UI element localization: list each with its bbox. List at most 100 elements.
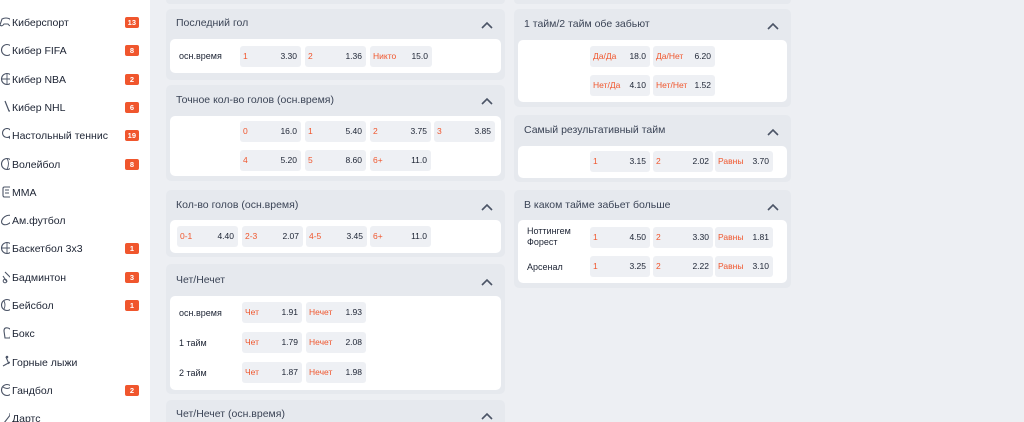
odds-button[interactable]: Равны 1.81 (715, 227, 773, 248)
odds-name: Равны (718, 232, 744, 242)
odds-button[interactable]: 2 3.75 (370, 121, 431, 142)
odds-button[interactable]: 1 3.30 (240, 46, 301, 67)
sidebar-item[interactable]: Кибер NHL 6 (0, 94, 150, 122)
odds-button[interactable]: 1 3.15 (590, 151, 650, 172)
odds-button[interactable]: Никто 15.0 (370, 46, 432, 67)
odds-value: 3.70 (752, 156, 769, 166)
sidebar-item-label: Настольный теннис (12, 130, 108, 143)
sidebar-item[interactable]: MMA (0, 179, 150, 207)
skiing-icon (0, 355, 10, 369)
odds-value: 1.81 (752, 232, 769, 242)
hockey-icon (0, 100, 10, 114)
gamepad-icon (0, 15, 10, 29)
card-bottom-edge (514, 0, 791, 4)
odds-value: 15.0 (411, 51, 428, 61)
sidebar-item[interactable]: Бадминтон 3 (0, 264, 150, 292)
chevron-up-icon[interactable] (481, 21, 493, 29)
sidebar-item-label: Киберспорт (12, 17, 69, 29)
odds-button[interactable]: 1 3.25 (590, 256, 650, 277)
handball-icon (0, 383, 10, 397)
odds-value: 3.15 (629, 156, 646, 166)
odds-button[interactable]: 0 16.0 (240, 121, 301, 142)
odds-button[interactable]: 2-3 2.07 (242, 226, 303, 247)
odds-button[interactable]: 2 3.30 (653, 227, 713, 248)
odds-button[interactable]: Нечет 2.08 (306, 332, 366, 353)
odds-button[interactable]: Нет/Да 4.10 (590, 75, 650, 96)
sidebar-item[interactable]: Кибер FIFA 8 (0, 37, 150, 65)
american-football-icon (0, 213, 10, 227)
odds-button[interactable]: Да/Да 18.0 (590, 46, 650, 67)
odds-button[interactable]: 3 3.85 (434, 121, 495, 142)
sidebar-item-label: Ам.футбол (12, 215, 66, 228)
odds-button[interactable]: 2 2.22 (653, 256, 713, 277)
chevron-up-icon[interactable] (767, 22, 779, 30)
event-count-badge: 2 (125, 384, 139, 396)
badminton-icon (0, 270, 10, 284)
event-count-badge: 6 (125, 101, 139, 113)
volleyball-icon (0, 157, 10, 171)
odds-button[interactable]: 6+ 11.0 (370, 150, 431, 171)
sidebar-item[interactable]: Киберспорт 13 (0, 9, 150, 37)
odds-button[interactable]: 5 8.60 (305, 150, 366, 171)
chevron-up-icon[interactable] (481, 203, 493, 211)
market-title: Последний гол (176, 17, 249, 29)
sidebar-item[interactable]: Ам.футбол (0, 207, 150, 235)
odds-name: 1 (593, 261, 598, 271)
odds-button[interactable]: 2 1.36 (305, 46, 366, 67)
chevron-up-icon[interactable] (481, 97, 493, 105)
market-title: В каком тайме забьет больше (524, 199, 671, 211)
sidebar-item[interactable]: Бокс (0, 320, 150, 348)
sidebar-item[interactable]: Дартс (0, 405, 150, 422)
odds-button[interactable]: Нечет 1.93 (306, 302, 366, 323)
team-name: Арсенал (527, 262, 563, 272)
odds-name: 2 (656, 261, 661, 271)
odds-name: Да/Нет (656, 51, 684, 61)
odds-button[interactable]: 2 2.02 (653, 151, 713, 172)
market-title: Чет/Нечет (176, 274, 226, 286)
odds-button[interactable]: 6+ 11.0 (370, 226, 431, 247)
odds-button[interactable]: Чет 1.79 (242, 332, 302, 353)
odds-name: Нечет (309, 307, 333, 317)
odds-button[interactable]: 1 5.40 (305, 121, 366, 142)
event-count-badge: 3 (125, 271, 139, 283)
odds-button[interactable]: Да/Нет 6.20 (653, 46, 715, 67)
odds-button[interactable]: Равны 3.10 (715, 256, 773, 277)
sidebar-item[interactable]: Кибер NBA 2 (0, 66, 150, 94)
chevron-up-icon[interactable] (767, 128, 779, 136)
chevron-up-icon[interactable] (767, 203, 779, 211)
sidebar-item[interactable]: Волейбол 8 (0, 151, 150, 179)
odds-name: Равны (718, 156, 744, 166)
sidebar-item[interactable]: Бейсбол 1 (0, 292, 150, 320)
odds-name: 2 (656, 232, 661, 242)
odds-name: 4 (243, 155, 248, 165)
odds-button[interactable]: Нечет 1.98 (306, 362, 366, 383)
market-exact-goals: Точное кол-во голов (осн.время) 0 16.0 15… (166, 85, 505, 181)
odds-value: 3.30 (692, 232, 709, 242)
sidebar-item[interactable]: Баскетбол 3х3 1 (0, 235, 150, 263)
soccer-ball-icon (0, 43, 10, 57)
sidebar-item-label: Волейбол (12, 158, 61, 171)
chevron-up-icon[interactable] (481, 412, 493, 420)
sidebar-item[interactable]: Гандбол 2 (0, 377, 150, 405)
odds-button[interactable]: Чет 1.87 (242, 362, 302, 383)
odds-value: 2.02 (692, 156, 709, 166)
odds-name: 6+ (373, 231, 383, 241)
odds-button[interactable]: Равны 3.70 (715, 151, 773, 172)
sidebar-item[interactable]: Горные лыжи (0, 349, 150, 377)
market-top-half: Самый результативный тайм 1 3.15 2 2.02 Ра… (514, 115, 791, 182)
odds-name: 4-5 (309, 231, 322, 241)
odds-button[interactable]: 4-5 3.45 (306, 226, 367, 247)
row-label: осн.время (179, 51, 222, 61)
row-label: 2 тайм (179, 368, 207, 378)
odds-button[interactable]: Нет/Нет 1.52 (653, 75, 715, 96)
odds-value: 6.20 (694, 51, 711, 61)
odds-button[interactable]: 4 5.20 (240, 150, 301, 171)
odds-button[interactable]: 1 4.50 (590, 227, 650, 248)
event-count-badge: 8 (125, 45, 139, 57)
odds-name: Никто (373, 51, 397, 61)
odds-button[interactable]: Чет 1.91 (242, 302, 302, 323)
chevron-up-icon[interactable] (481, 278, 493, 286)
sidebar-item[interactable]: Настольный теннис 19 (0, 122, 150, 150)
odds-name: Нечет (309, 337, 333, 347)
odds-button[interactable]: 0-1 4.40 (177, 226, 238, 247)
